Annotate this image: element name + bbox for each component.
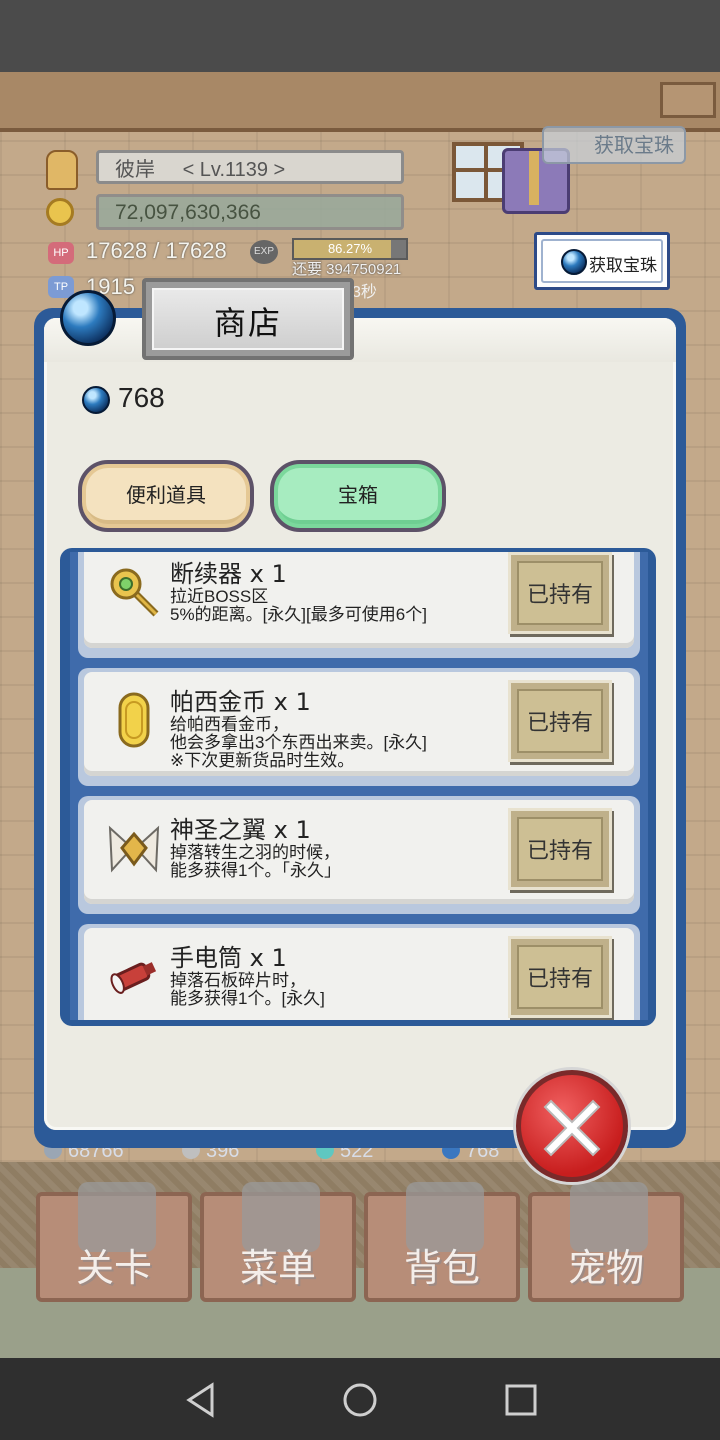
owned-label: 已持有 xyxy=(526,967,593,992)
owned-button-inner: 已持有 xyxy=(517,817,603,881)
holy-wings-icon xyxy=(108,825,160,873)
hp-value: 17628 / 17628 xyxy=(86,238,227,263)
gem-balance: 768 xyxy=(118,382,165,413)
owned-label: 已持有 xyxy=(526,583,593,608)
get-gem-label: 获取宝珠 xyxy=(589,256,657,275)
owned-label: 已持有 xyxy=(526,839,593,864)
item-description: 拉近BOSS区 5%的距离。[永久][最多可使用6个] xyxy=(170,587,427,624)
gold-amount: 72,097,630,366 xyxy=(96,194,404,230)
shop-title-plate: 商店 xyxy=(142,278,354,360)
list-item: 神圣之翼 x 1 掉落转生之羽的时候， 能多获得1个。「永久」 已持有 xyxy=(78,796,640,914)
get-gem-button[interactable]: 获取宝珠 xyxy=(534,232,670,290)
tab-treasure-chest[interactable]: 宝箱 xyxy=(270,460,446,532)
gem-icon xyxy=(561,249,587,275)
owned-button[interactable]: 已持有 xyxy=(508,552,612,634)
nav-pet-label: 宠物 xyxy=(567,1246,644,1290)
balance-gem-icon xyxy=(82,386,110,414)
shop-panel-header xyxy=(44,318,676,362)
tab-treasure-chest-label: 宝箱 xyxy=(338,485,378,507)
list-item: 帕西金币 x 1 给帕西看金币， 他会多拿出3个东西出来卖。[永久] ※下次更新… xyxy=(78,668,640,786)
nav-stages-label: 关卡 xyxy=(75,1246,152,1290)
item-description: 掉落转生之羽的时候， 能多获得1个。「永久」 xyxy=(170,843,341,880)
home-icon[interactable] xyxy=(342,1382,378,1418)
owned-button[interactable]: 已持有 xyxy=(508,808,612,890)
shop-title-plate-inner: 商店 xyxy=(152,288,344,350)
nav-menu-button[interactable]: 菜单 xyxy=(200,1182,356,1302)
item-name: 手电筒 x 1 xyxy=(170,944,287,972)
exp-percent: 86.27% xyxy=(327,241,373,256)
back-icon[interactable] xyxy=(184,1382,218,1418)
item-list[interactable]: 断续器 x 1 拉近BOSS区 5%的距离。[永久][最多可使用6个] 已持有 … xyxy=(70,552,648,1020)
owned-button[interactable]: 已持有 xyxy=(508,680,612,762)
item-card: 神圣之翼 x 1 掉落转生之羽的时候， 能多获得1个。「永久」 已持有 xyxy=(84,800,634,904)
recents-icon[interactable] xyxy=(504,1383,538,1417)
nav-menu-label: 菜单 xyxy=(239,1246,316,1290)
list-item: 断续器 x 1 拉近BOSS区 5%的距离。[永久][最多可使用6个] 已持有 xyxy=(78,552,640,658)
owned-button[interactable]: 已持有 xyxy=(508,936,612,1018)
nav-pet-button[interactable]: 宠物 xyxy=(528,1182,684,1302)
player-level: < Lv.1139 > xyxy=(182,159,286,181)
ceiling-beam-decor xyxy=(660,82,716,118)
tab-convenience-items[interactable]: 便利道具 xyxy=(78,460,254,532)
close-icon xyxy=(543,1099,601,1157)
player-avatar xyxy=(46,150,78,190)
item-name: 断续器 x 1 xyxy=(170,560,287,588)
list-item: 手电筒 x 1 掉落石板碎片时， 能多获得1个。[永久] 已持有 xyxy=(78,924,640,1020)
owned-button-inner: 已持有 xyxy=(517,561,603,625)
scepter-icon xyxy=(110,568,159,617)
nav-bag-button[interactable]: 背包 xyxy=(364,1182,520,1302)
gold-coin-icon xyxy=(118,692,150,748)
item-description: 掉落石板碎片时， 能多获得1个。[永久] xyxy=(170,971,325,1008)
shop-gem-icon xyxy=(60,290,116,346)
player-name-bar: 彼岸 < Lv.1139 > xyxy=(96,150,404,184)
item-card: 帕西金币 x 1 给帕西看金币， 他会多拿出3个东西出来卖。[永久] ※下次更新… xyxy=(84,672,634,776)
tp-timer: 3秒 xyxy=(352,284,377,301)
status-bar xyxy=(0,0,720,72)
item-name: 帕西金币 x 1 xyxy=(170,688,311,716)
owned-label: 已持有 xyxy=(526,711,593,736)
item-card: 手电筒 x 1 掉落石板碎片时， 能多获得1个。[永久] 已持有 xyxy=(84,928,634,1020)
add-gem-label: 获取宝珠 xyxy=(594,135,674,157)
exp-bar: 86.27% xyxy=(292,238,408,260)
owned-button-inner: 已持有 xyxy=(517,689,603,753)
system-navigation-bar xyxy=(0,1358,720,1440)
exp-remaining: 还要 394750921 xyxy=(292,261,402,278)
item-description: 给帕西看金币， 他会多拿出3个东西出来卖。[永久] ※下次更新货品时生效。 xyxy=(170,715,427,770)
gold-coin-icon xyxy=(46,198,74,226)
player-name: 彼岸 xyxy=(115,159,155,181)
tab-convenience-items-label: 便利道具 xyxy=(126,485,206,507)
exp-icon: EXP xyxy=(250,240,278,264)
item-name: 神圣之翼 x 1 xyxy=(170,816,311,844)
flashlight-icon xyxy=(110,962,157,994)
hp-heart-icon: HP xyxy=(48,242,74,264)
item-card: 断续器 x 1 拉近BOSS区 5%的距离。[永久][最多可使用6个] 已持有 xyxy=(84,552,634,648)
ceiling-beam xyxy=(0,72,720,132)
nav-stages-button[interactable]: 关卡 xyxy=(36,1182,192,1302)
nav-bag-label: 背包 xyxy=(403,1246,480,1290)
owned-button-inner: 已持有 xyxy=(517,945,603,1009)
shop-title: 商店 xyxy=(213,304,282,342)
close-button[interactable] xyxy=(516,1070,628,1182)
add-gem-button[interactable]: 获取宝珠 xyxy=(542,126,686,164)
